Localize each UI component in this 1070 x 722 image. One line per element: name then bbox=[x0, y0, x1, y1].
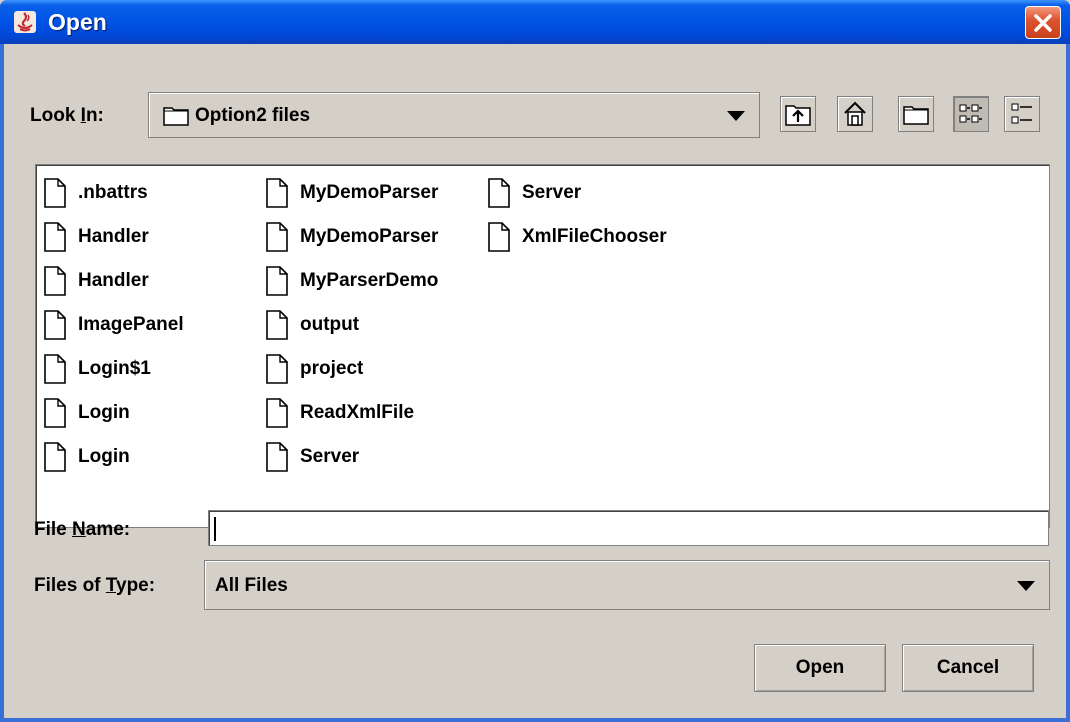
file-item-label: Login bbox=[78, 402, 130, 423]
file-item[interactable]: Handler bbox=[44, 219, 149, 255]
document-icon bbox=[44, 398, 72, 428]
file-item-label: XmlFileChooser bbox=[522, 226, 667, 247]
home-button[interactable] bbox=[837, 96, 873, 132]
file-item-label: ReadXmlFile bbox=[300, 402, 415, 423]
file-item-label: MyParserDemo bbox=[300, 270, 439, 291]
document-icon bbox=[266, 222, 294, 252]
file-item-label: ImagePanel bbox=[78, 314, 184, 335]
file-item-label: output bbox=[300, 314, 360, 335]
file-item-label: project bbox=[300, 358, 364, 379]
file-item[interactable]: Login bbox=[44, 395, 130, 431]
details-view-icon bbox=[1011, 103, 1032, 124]
close-icon bbox=[1034, 13, 1052, 32]
file-item[interactable]: Handler bbox=[44, 263, 149, 299]
document-icon bbox=[266, 310, 294, 340]
file-type-value: All Files bbox=[215, 575, 288, 596]
file-item[interactable]: output bbox=[266, 307, 359, 343]
file-item-label: Login bbox=[78, 446, 130, 467]
file-item-label: Login$1 bbox=[78, 358, 151, 379]
title-bar[interactable]: Open bbox=[0, 0, 1070, 44]
chevron-down-icon bbox=[1017, 581, 1035, 591]
document-icon bbox=[44, 222, 72, 252]
file-item[interactable]: ReadXmlFile bbox=[266, 395, 414, 431]
up-one-level-button[interactable] bbox=[780, 96, 816, 132]
file-item[interactable]: Login$1 bbox=[44, 351, 151, 387]
document-icon bbox=[266, 178, 294, 208]
folder-icon bbox=[163, 104, 189, 131]
details-view-button[interactable] bbox=[1004, 96, 1040, 132]
file-type-combo[interactable]: All Files bbox=[204, 560, 1050, 610]
up-one-level-icon bbox=[785, 105, 811, 126]
document-icon bbox=[266, 354, 294, 384]
look-in-value: Option2 files bbox=[195, 105, 311, 126]
list-view-button[interactable] bbox=[953, 96, 989, 132]
document-icon bbox=[488, 178, 516, 208]
new-folder-button[interactable] bbox=[898, 96, 934, 132]
file-item[interactable]: MyDemoParser bbox=[266, 219, 438, 255]
file-list[interactable]: .nbattrs Handler Handler ImagePanel Login$1 L… bbox=[35, 164, 1050, 528]
look-in-combo[interactable]: Option2 files bbox=[148, 92, 760, 138]
file-item-label: Handler bbox=[78, 226, 149, 247]
file-item[interactable]: .nbattrs bbox=[44, 175, 148, 211]
document-icon bbox=[266, 398, 294, 428]
chevron-down-icon bbox=[727, 111, 745, 121]
file-item[interactable]: XmlFileChooser bbox=[488, 219, 667, 255]
look-in-label: Look In: bbox=[30, 105, 104, 126]
cancel-button[interactable]: Cancel bbox=[902, 644, 1034, 692]
file-item-label: Handler bbox=[78, 270, 149, 291]
file-item-label: Server bbox=[300, 446, 360, 467]
window-title: Open bbox=[48, 9, 107, 35]
document-icon bbox=[44, 266, 72, 296]
document-icon bbox=[44, 310, 72, 340]
list-view-icon bbox=[959, 104, 982, 123]
close-button[interactable] bbox=[1025, 6, 1061, 39]
document-icon bbox=[44, 354, 72, 384]
java-app-icon bbox=[12, 9, 38, 35]
file-type-label: Files of Type: bbox=[34, 575, 156, 596]
file-item-label: MyDemoParser bbox=[300, 226, 439, 247]
file-item[interactable]: Login bbox=[44, 439, 130, 475]
new-folder-icon bbox=[903, 106, 929, 125]
file-item[interactable]: MyParserDemo bbox=[266, 263, 438, 299]
document-icon bbox=[44, 178, 72, 208]
home-icon bbox=[844, 101, 866, 126]
document-icon bbox=[488, 222, 516, 252]
open-dialog: Open Look In: Option2 files .nbattrs Han… bbox=[0, 0, 1070, 722]
text-caret bbox=[214, 517, 216, 541]
document-icon bbox=[44, 442, 72, 472]
file-name-input[interactable] bbox=[208, 510, 1049, 546]
file-item[interactable]: Server bbox=[488, 175, 581, 211]
document-icon bbox=[266, 442, 294, 472]
file-item[interactable]: project bbox=[266, 351, 363, 387]
file-name-label: File Name: bbox=[34, 519, 131, 540]
file-item[interactable]: Server bbox=[266, 439, 359, 475]
file-item-label: .nbattrs bbox=[78, 182, 148, 203]
document-icon bbox=[266, 266, 294, 296]
file-item[interactable]: MyDemoParser bbox=[266, 175, 438, 211]
file-item-label: Server bbox=[522, 182, 582, 203]
file-item-label: MyDemoParser bbox=[300, 182, 439, 203]
open-button[interactable]: Open bbox=[754, 644, 886, 692]
file-item[interactable]: ImagePanel bbox=[44, 307, 184, 343]
dialog-body: Look In: Option2 files .nbattrs Handler … bbox=[4, 44, 1066, 718]
